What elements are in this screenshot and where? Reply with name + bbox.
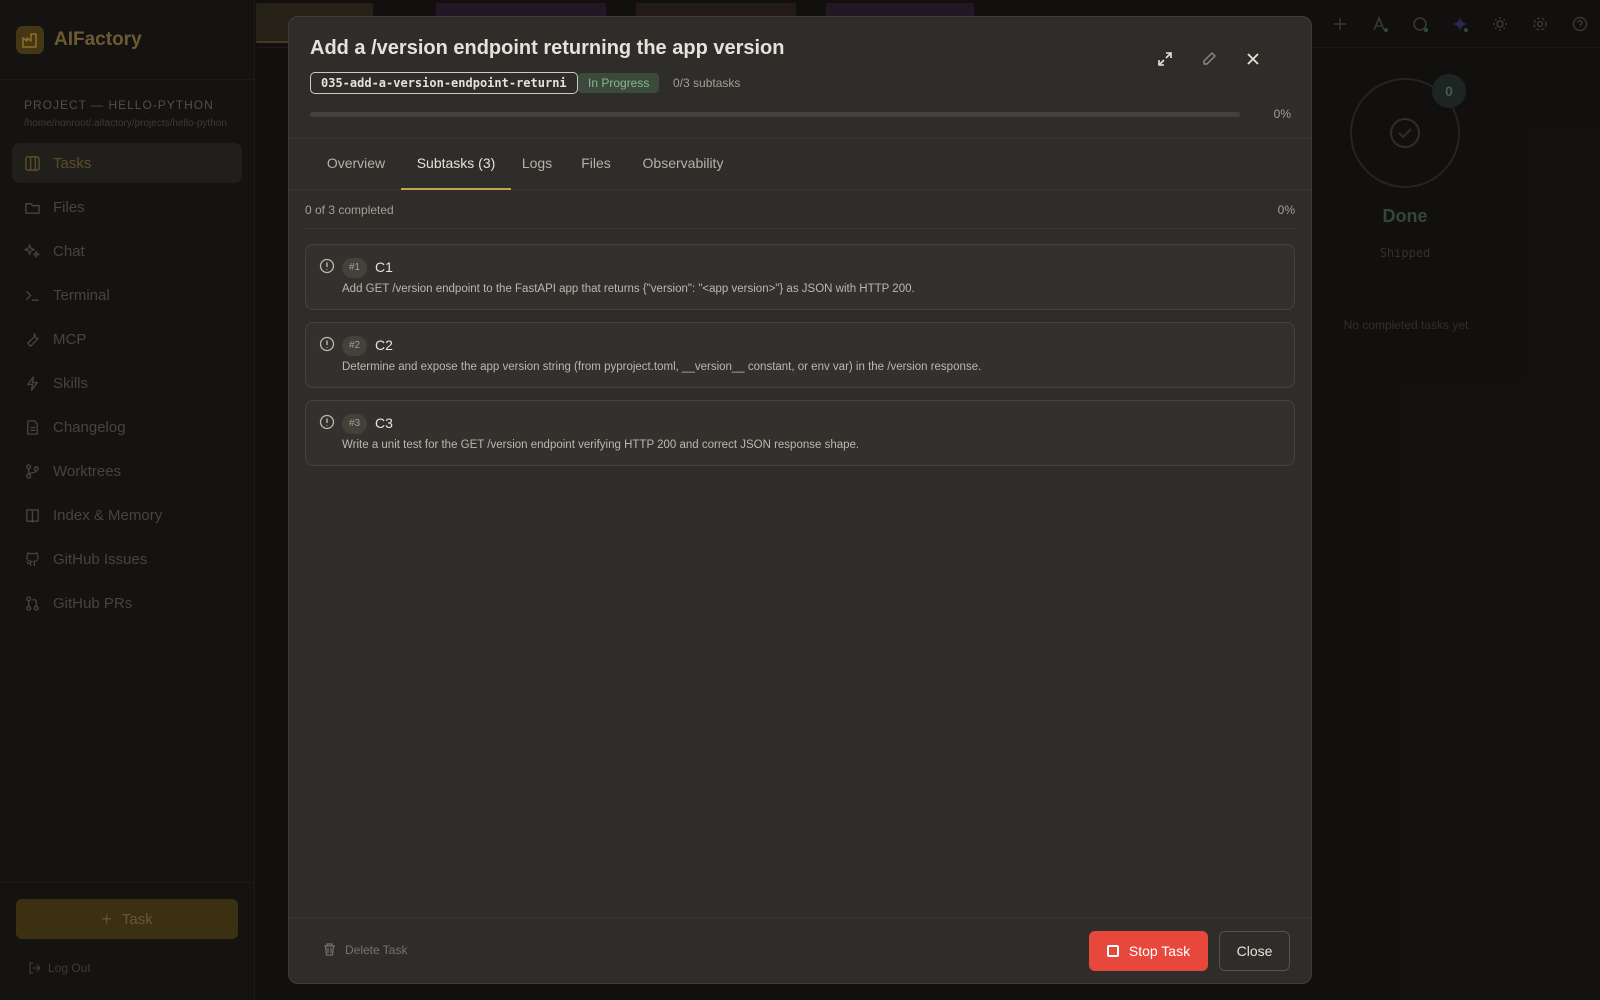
progress-bar	[310, 112, 1240, 117]
progress-percent: 0%	[1273, 107, 1291, 121]
subtask-number: #1	[342, 258, 368, 278]
expand-button[interactable]	[1151, 45, 1179, 73]
modal-header: Add a /version endpoint returning the ap…	[289, 17, 1311, 139]
tab-overview[interactable]: Overview	[308, 139, 404, 190]
edit-button[interactable]	[1195, 45, 1223, 73]
stop-task-label: Stop Task	[1128, 943, 1191, 959]
task-detail-modal: Add a /version endpoint returning the ap…	[288, 16, 1312, 984]
trash-icon	[324, 943, 335, 956]
subtask-item[interactable]: #1 C1 Add GET /version endpoint to the F…	[305, 244, 1295, 310]
subtask-item[interactable]: #3 C3 Write a unit test for the GET /ver…	[305, 400, 1295, 466]
modal-tabs: Overview Subtasks (3) Logs Files Observa…	[289, 139, 1311, 190]
subtask-description: Write a unit test for the GET /version e…	[342, 439, 860, 451]
subtask-title: C2	[375, 337, 393, 353]
tab-logs[interactable]: Logs	[513, 139, 561, 190]
close-modal-button[interactable]	[1239, 45, 1267, 73]
subtask-description: Add GET /version endpoint to the FastAPI…	[342, 283, 915, 295]
subtask-title: C3	[375, 415, 393, 431]
modal-title: Add a /version endpoint returning the ap…	[310, 37, 785, 59]
subtask-description: Determine and expose the app version str…	[342, 361, 982, 373]
stop-square-icon	[1106, 945, 1119, 957]
subtask-summary-row: 0 of 3 completed 0%	[305, 203, 1295, 229]
pencil-icon	[1203, 52, 1216, 65]
subtask-number: #2	[342, 336, 368, 356]
tab-observability[interactable]: Observability	[633, 139, 733, 190]
subtask-item[interactable]: #2 C2 Determine and expose the app versi…	[305, 322, 1295, 388]
subtask-title: C1	[375, 259, 393, 275]
subtask-number: #3	[342, 414, 368, 434]
alert-circle-icon	[319, 414, 335, 430]
subtask-count: 0/3 subtasks	[673, 76, 741, 90]
tab-subtasks[interactable]: Subtasks (3)	[401, 139, 511, 190]
alert-circle-icon	[319, 336, 335, 352]
delete-task-button[interactable]: Delete Task	[322, 942, 407, 957]
tab-files[interactable]: Files	[573, 139, 619, 190]
stop-task-button[interactable]: Stop Task	[1089, 931, 1208, 971]
completed-percent: 0%	[1277, 203, 1295, 217]
modal-footer: Delete Task Stop Task Close	[289, 917, 1311, 983]
expand-icon	[1158, 52, 1172, 66]
delete-task-label: Delete Task	[345, 942, 408, 957]
completed-summary: 0 of 3 completed	[305, 203, 394, 217]
task-id-badge: 035-add-a-version-endpoint-returni	[310, 72, 578, 94]
alert-circle-icon	[319, 258, 335, 274]
close-icon	[1247, 53, 1259, 65]
status-badge: In Progress	[578, 73, 660, 93]
close-button[interactable]: Close	[1219, 931, 1290, 971]
